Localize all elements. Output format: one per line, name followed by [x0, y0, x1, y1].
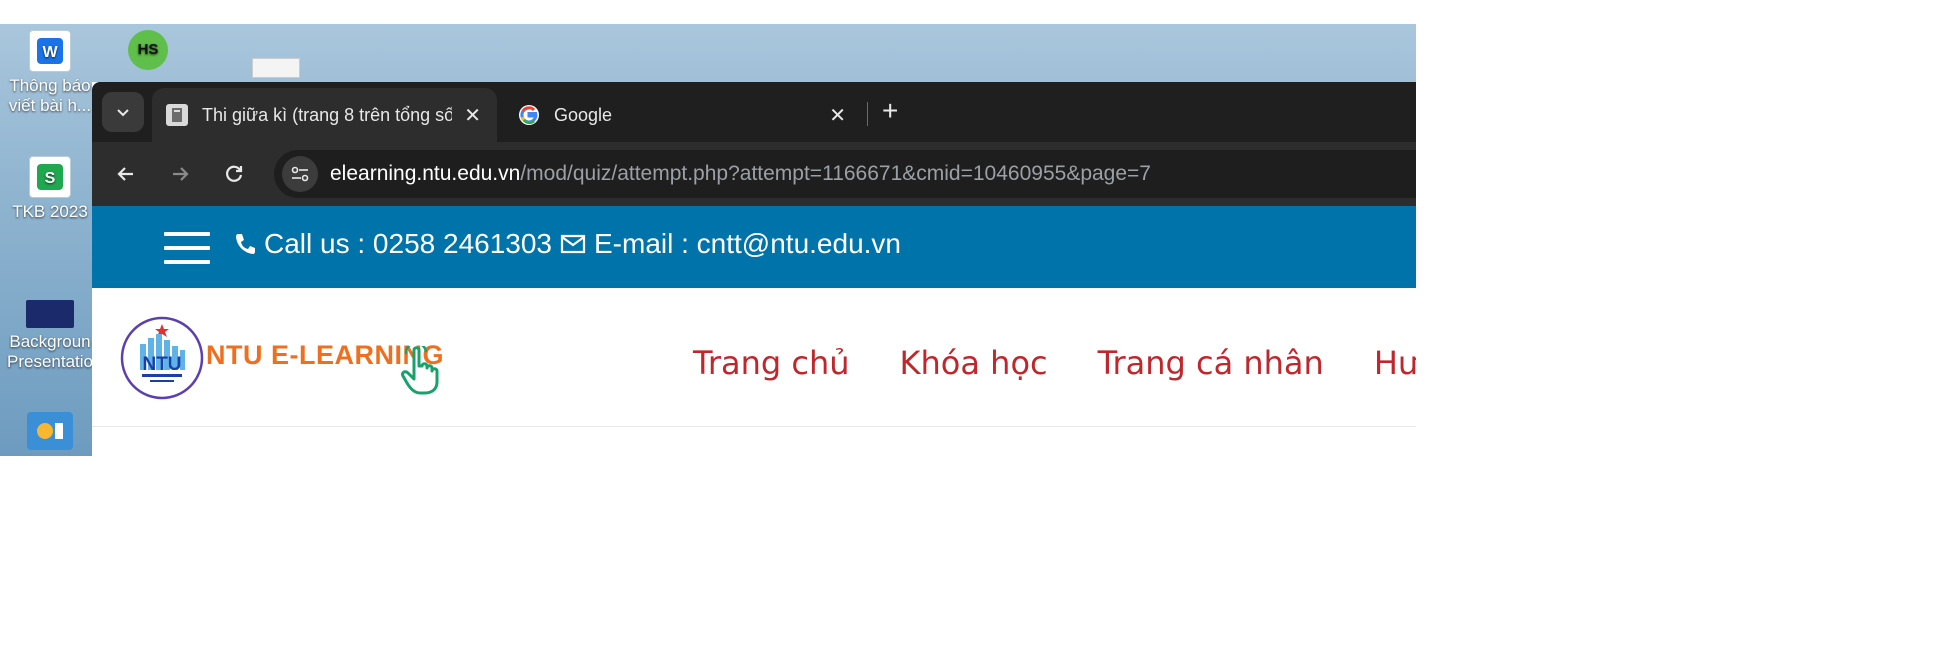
browser-window: Thi giữa kì (trang 8 trên tổng số ✕ Goog…	[92, 82, 1416, 456]
chart-app-icon	[27, 412, 73, 450]
nav-home-link[interactable]: Trang chủ	[693, 344, 850, 382]
desktop-icon-app[interactable]	[0, 412, 100, 454]
hs-shortcut-icon: HS	[128, 30, 168, 70]
tab-quiz[interactable]: Thi giữa kì (trang 8 trên tổng số ✕	[152, 88, 497, 142]
svg-text:W: W	[42, 44, 58, 61]
nav-guide-link[interactable]: Hướng	[1374, 344, 1416, 382]
tab-strip: Thi giữa kì (trang 8 trên tổng số ✕ Goog…	[92, 82, 1416, 142]
svg-text:S: S	[45, 170, 56, 187]
svg-text:NTU: NTU	[142, 354, 181, 375]
desktop-icon-label: TKB 2023	[12, 202, 88, 221]
desktop-icon-word[interactable]: W Thông báo viết bài h...	[0, 30, 100, 116]
envelope-icon	[560, 234, 586, 254]
site-header: NTU NTU E-LEARNING Trang chủ Khóa học Tr…	[92, 288, 1416, 427]
desktop-icon-label: Thông báo viết bài h...	[8, 76, 92, 115]
tune-icon	[291, 166, 309, 182]
new-tab-button[interactable]: +	[882, 96, 898, 126]
screenshot-area: W Thông báo viết bài h... HS S TKB 2023 …	[0, 24, 1416, 456]
site-info-button[interactable]	[282, 156, 318, 192]
phone-icon	[234, 232, 256, 256]
close-icon[interactable]: ✕	[829, 103, 846, 128]
nav-profile-link[interactable]: Trang cá nhân	[1098, 344, 1324, 382]
pointing-hand-icon	[400, 341, 442, 401]
hamburger-menu-icon[interactable]	[164, 232, 210, 264]
google-icon	[518, 104, 540, 126]
ntu-logo[interactable]: NTU	[120, 316, 204, 400]
arrow-left-icon	[117, 167, 133, 181]
email-text: E-mail : cntt@ntu.edu.vn	[594, 228, 902, 259]
tab-google[interactable]: Google ✕	[504, 88, 862, 142]
tab-title: Google	[554, 104, 613, 125]
url-text[interactable]: elearning.ntu.edu.vn/mod/quiz/attempt.ph…	[330, 162, 1151, 186]
phone-text: Call us : 0258 2461303	[264, 228, 552, 259]
spreadsheet-icon: S	[29, 156, 71, 198]
file-icon	[252, 58, 300, 78]
tab-divider	[867, 102, 868, 126]
forward-button[interactable]	[166, 160, 194, 188]
tab-title: Thi giữa kì (trang 8 trên tổng số	[202, 104, 452, 125]
back-button[interactable]	[112, 160, 140, 188]
address-bar[interactable]: elearning.ntu.edu.vn/mod/quiz/attempt.ph…	[274, 150, 1416, 198]
moodle-icon	[166, 104, 188, 126]
nav-courses-link[interactable]: Khóa học	[900, 344, 1048, 382]
presentation-thumbnail-icon	[26, 300, 74, 328]
desktop-icon-hs[interactable]: HS	[118, 30, 178, 74]
browser-toolbar: elearning.ntu.edu.vn/mod/quiz/attempt.ph…	[92, 142, 1416, 206]
contact-info: Call us : 0258 2461303 E-mail : cntt@ntu…	[234, 228, 901, 260]
reload-button[interactable]	[220, 160, 248, 188]
desktop: W Thông báo viết bài h... HS S TKB 2023 …	[0, 24, 1416, 456]
reload-icon	[226, 165, 243, 182]
chevron-down-icon	[117, 109, 129, 117]
tab-search-button[interactable]	[102, 92, 144, 132]
desktop-icon-label: Backgroun Presentatio	[7, 332, 93, 371]
url-host: elearning.ntu.edu.vn	[330, 162, 521, 185]
desktop-icon-file[interactable]	[252, 58, 302, 78]
word-doc-icon: W	[29, 30, 71, 72]
site-topbar: Call us : 0258 2461303 E-mail : cntt@ntu…	[92, 206, 1416, 288]
desktop-icon-sheet[interactable]: S TKB 2023	[0, 156, 100, 222]
close-icon[interactable]: ✕	[464, 103, 481, 128]
url-path: /mod/quiz/attempt.php?attempt=1166671&cm…	[520, 162, 1151, 185]
arrow-right-icon	[173, 167, 189, 181]
desktop-icon-background[interactable]: Backgroun Presentatio	[0, 300, 100, 372]
main-nav: Trang chủ Khóa học Trang cá nhân Hướng	[693, 344, 1416, 382]
